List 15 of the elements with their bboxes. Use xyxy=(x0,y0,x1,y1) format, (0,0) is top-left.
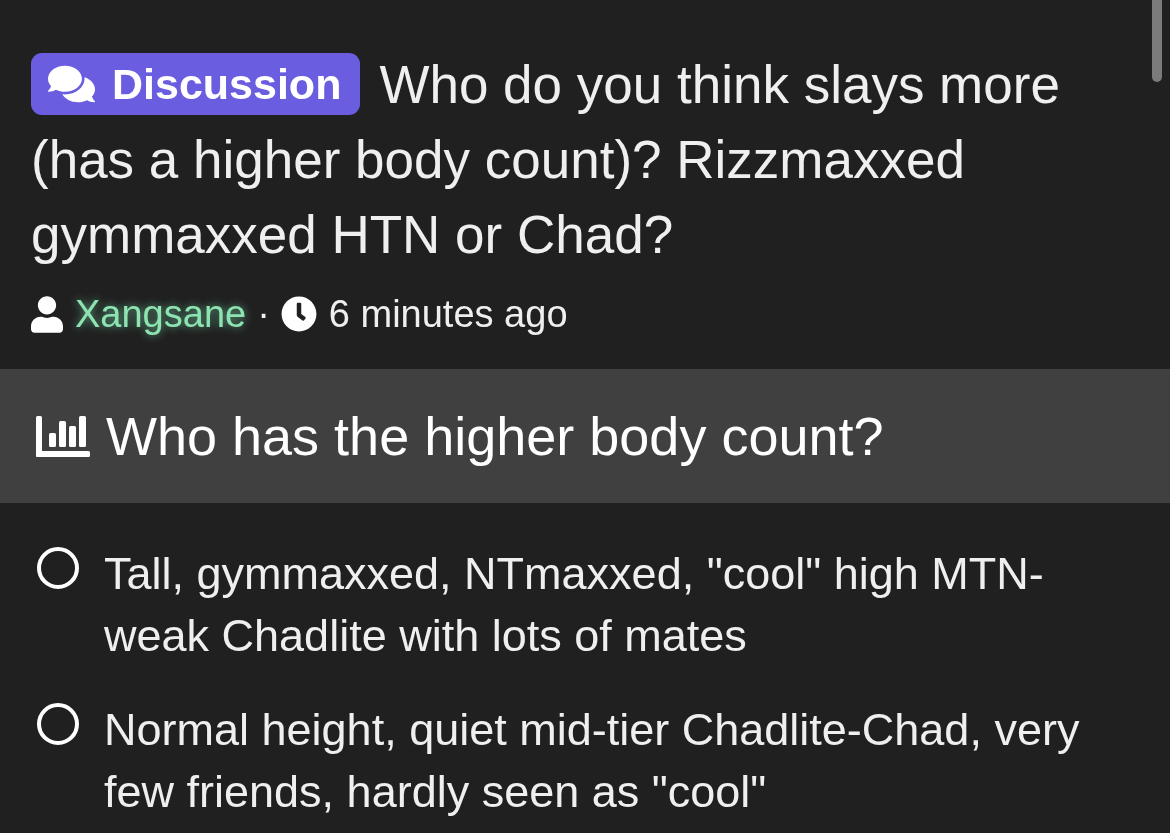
post-time: 6 minutes ago xyxy=(328,292,568,337)
separator-dot: · xyxy=(257,292,270,337)
post-title: Discussion Who do you think slays more (has a higher body count)? Rizzmaxxed gymmaxxed HTN or Chad? xyxy=(31,52,1061,266)
poll-question: Who has the higher body count? xyxy=(106,406,884,466)
tag-label: Discussion xyxy=(112,59,342,109)
user-icon xyxy=(31,295,63,333)
radio-button[interactable] xyxy=(37,547,79,589)
option-label: Tall, gymmaxxed, NTmaxxed, "cool" high MTN-weak Chadlite with lots of mates xyxy=(104,547,1045,663)
username-link[interactable]: Xangsane xyxy=(75,290,247,338)
scrollbar-thumb[interactable] xyxy=(1152,0,1162,82)
radio-button[interactable] xyxy=(37,703,79,745)
speech-bubbles-icon xyxy=(48,63,95,105)
bar-chart-icon xyxy=(36,415,90,457)
option-label: Normal height, quiet mid-tier Chadlite-Chad, very few friends, hardly seen as "cool" xyxy=(104,703,1081,819)
clock-icon xyxy=(280,296,317,332)
